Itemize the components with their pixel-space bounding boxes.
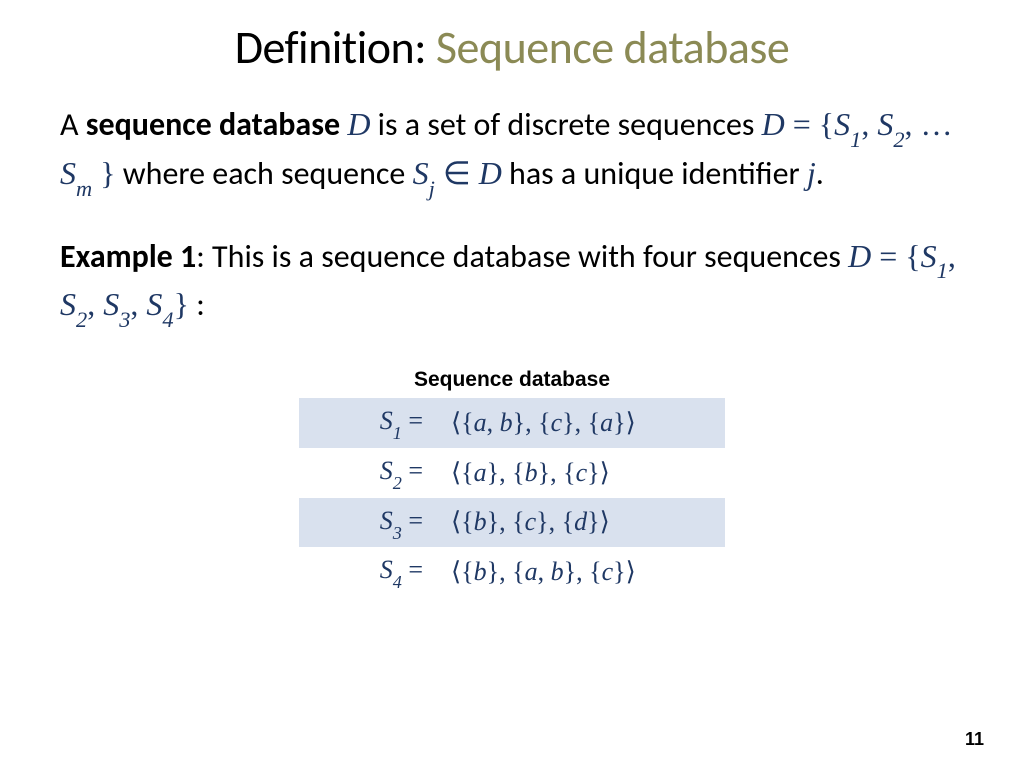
math-D: D bbox=[347, 106, 370, 142]
text: A bbox=[60, 105, 86, 144]
title-prefix: Definition: bbox=[235, 20, 436, 76]
text: where each sequence bbox=[116, 154, 413, 193]
text: has a unique identifier bbox=[502, 154, 807, 193]
table-row: S3 = ⟨{b}, {c}, {d}⟩ bbox=[299, 498, 725, 548]
math-j: j bbox=[807, 155, 816, 191]
slide-title: Definition: Sequence database bbox=[60, 20, 964, 76]
row-label: S2 = bbox=[299, 448, 437, 498]
row-value: ⟨{a, b}, {c}, {a}⟩ bbox=[437, 398, 725, 448]
table-row: S4 = ⟨{b}, {a, b}, {c}⟩ bbox=[299, 547, 725, 597]
table-wrapper: Sequence database S1 = ⟨{a, b}, {c}, {a}… bbox=[60, 365, 964, 597]
slide: Definition: Sequence database A sequence… bbox=[0, 0, 1024, 768]
row-value: ⟨{a}, {b}, {c}⟩ bbox=[437, 448, 725, 498]
text: : This is a sequence database with four … bbox=[196, 237, 848, 276]
table-row: S2 = ⟨{a}, {b}, {c}⟩ bbox=[299, 448, 725, 498]
row-label: S3 = bbox=[299, 498, 437, 548]
table-caption: Sequence database bbox=[60, 365, 964, 394]
paragraph-example: Example 1: This is a sequence database w… bbox=[60, 234, 964, 332]
sequence-table: S1 = ⟨{a, b}, {c}, {a}⟩ S2 = ⟨{a}, {b}, … bbox=[299, 398, 725, 597]
title-accent: Sequence database bbox=[436, 20, 789, 76]
slide-body: A sequence database D is a set of discre… bbox=[60, 102, 964, 597]
text: is a set of discrete sequences bbox=[370, 105, 761, 144]
text: : bbox=[189, 285, 205, 324]
row-label: S4 = bbox=[299, 547, 437, 597]
paragraph-definition: A sequence database D is a set of discre… bbox=[60, 102, 964, 200]
text: . bbox=[816, 154, 824, 193]
row-label: S1 = bbox=[299, 398, 437, 448]
table-row: S1 = ⟨{a, b}, {c}, {a}⟩ bbox=[299, 398, 725, 448]
math-membership: Sj ∈ D bbox=[413, 155, 502, 191]
term: sequence database bbox=[86, 105, 340, 144]
row-value: ⟨{b}, {a, b}, {c}⟩ bbox=[437, 547, 725, 597]
row-value: ⟨{b}, {c}, {d}⟩ bbox=[437, 498, 725, 548]
example-label: Example 1 bbox=[60, 237, 196, 276]
page-number: 11 bbox=[965, 729, 984, 750]
